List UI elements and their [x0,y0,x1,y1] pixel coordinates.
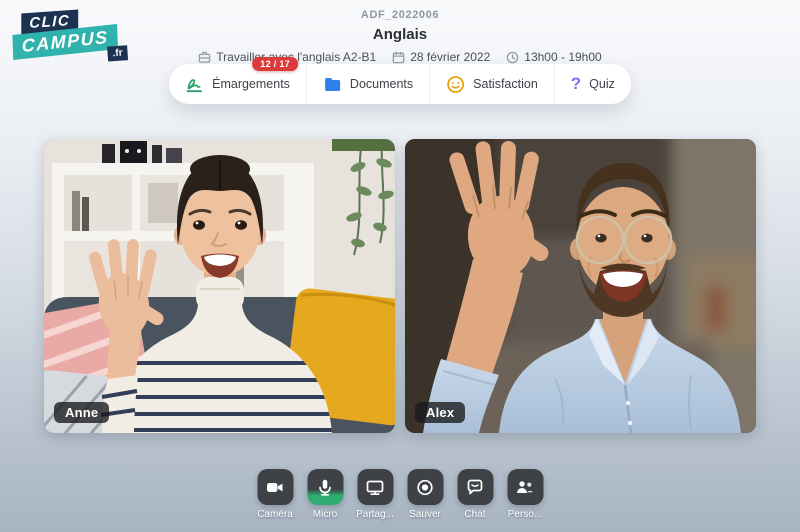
screen-share-icon [357,469,393,505]
tab-bar: 12 / 17 Émargements Documents Satisfacti… [169,64,631,104]
clic-campus-logo: CLIC CAMPUS .fr [11,6,134,58]
calendar-icon [392,51,405,64]
briefcase-icon [198,51,211,64]
smiley-icon [446,75,465,94]
logo-fr-text: .fr [107,45,128,61]
participants-button[interactable]: Perso... [504,469,547,520]
camera-icon [257,469,293,505]
tab-label: Documents [350,77,413,91]
video-tile-alex[interactable]: Alex [405,139,756,433]
anne-video-illustration [44,139,395,433]
session-time: 13h00 - 19h00 [524,50,601,64]
tab-satisfaction[interactable]: Satisfaction [429,64,554,104]
clock-icon [506,51,519,64]
signature-icon [185,75,204,94]
date-meta: 28 février 2022 [392,50,490,64]
tab-label: Quiz [589,77,615,91]
record-button[interactable]: Sauver [404,469,447,520]
tab-label: Émargements [212,77,290,91]
alex-video-illustration [405,139,756,433]
video-tile-anne[interactable]: Anne [44,139,395,433]
time-meta: 13h00 - 19h00 [506,50,601,64]
chat-button[interactable]: Chat [454,469,497,520]
chat-icon [457,469,493,505]
people-icon [507,469,543,505]
call-toolbar: Caméra Micro Partag... Sauver Chat Perso… [254,469,547,520]
microphone-icon [307,469,343,505]
screen-share-button[interactable]: Partag... [354,469,397,520]
question-icon: ? [571,74,581,94]
emargements-count-badge: 12 / 17 [252,57,298,71]
record-icon [407,469,443,505]
session-date: 28 février 2022 [410,50,490,64]
microphone-button[interactable]: Micro [304,469,347,520]
folder-icon [323,75,342,94]
tab-label: Satisfaction [473,77,538,91]
tab-emargements[interactable]: 12 / 17 Émargements [169,64,306,104]
tab-quiz[interactable]: ? Quiz [554,64,631,104]
participant-name-tag: Anne [54,402,109,423]
tab-documents[interactable]: Documents [306,64,429,104]
participant-name-tag: Alex [415,402,465,423]
camera-button[interactable]: Caméra [254,469,297,520]
